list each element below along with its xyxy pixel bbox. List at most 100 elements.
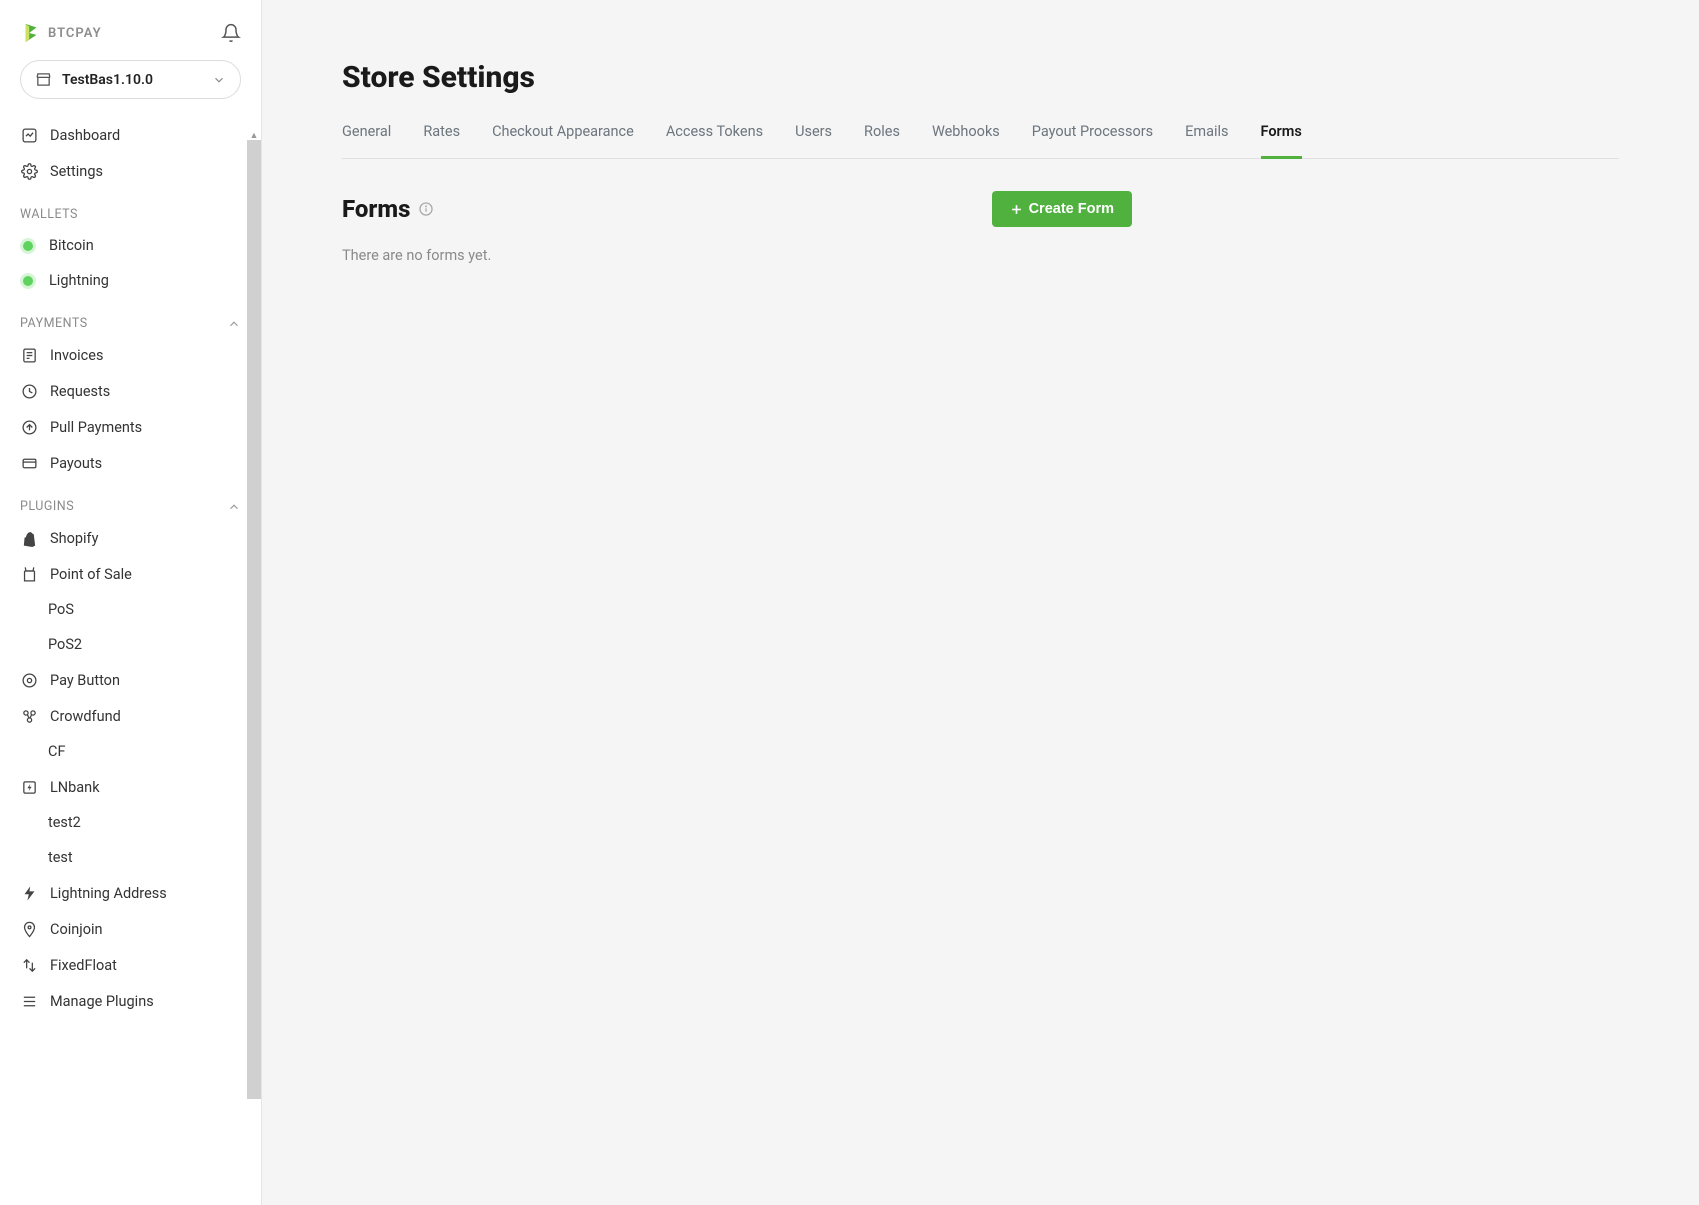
sidebar-item-label: test xyxy=(48,849,73,866)
sidebar-item-label: Lightning xyxy=(49,272,109,289)
sidebar-item-label: LNbank xyxy=(50,779,100,796)
sidebar-section-payments[interactable]: PAYMENTS xyxy=(10,298,251,337)
fixedfloat-icon xyxy=(20,956,38,974)
sidebar-item-shopify[interactable]: Shopify xyxy=(10,520,251,556)
sidebar: BTCPAY TestBas1.10.0 Dashboard xyxy=(0,0,262,1205)
sidebar-scrollbar[interactable]: ▲ xyxy=(247,140,261,1205)
sidebar-section-label: PLUGINS xyxy=(20,499,74,514)
tab-webhooks[interactable]: Webhooks xyxy=(932,123,1000,159)
button-label: Create Form xyxy=(1029,201,1114,217)
sidebar-item-coinjoin[interactable]: Coinjoin xyxy=(10,911,251,947)
logo-text: BTCPAY xyxy=(48,26,102,41)
lnbank-icon xyxy=(20,778,38,796)
sidebar-item-dashboard[interactable]: Dashboard xyxy=(10,117,251,153)
page-title: Store Settings xyxy=(342,60,1619,95)
tab-rates[interactable]: Rates xyxy=(423,123,460,159)
sidebar-item-lnbank-test[interactable]: test xyxy=(10,840,251,875)
sidebar-item-pos-sub2[interactable]: PoS2 xyxy=(10,627,251,662)
sidebar-item-pay-button[interactable]: Pay Button xyxy=(10,662,251,698)
sidebar-item-label: Manage Plugins xyxy=(50,993,154,1010)
sidebar-item-label: PoS xyxy=(48,601,74,618)
pay-button-icon xyxy=(20,671,38,689)
sidebar-item-invoices[interactable]: Invoices xyxy=(10,337,251,373)
logo-icon xyxy=(20,22,42,44)
sidebar-item-pull-payments[interactable]: Pull Payments xyxy=(10,409,251,445)
sidebar-item-label: Dashboard xyxy=(50,127,120,144)
payouts-icon xyxy=(20,454,38,472)
sidebar-item-label: Coinjoin xyxy=(50,921,103,938)
notifications-button[interactable] xyxy=(221,23,241,43)
store-selector[interactable]: TestBas1.10.0 xyxy=(20,60,241,99)
logo[interactable]: BTCPAY xyxy=(20,22,102,44)
sidebar-item-label: Pay Button xyxy=(50,672,120,689)
pos-icon xyxy=(20,565,38,583)
shopify-icon xyxy=(20,529,38,547)
sidebar-item-label: Lightning Address xyxy=(50,885,167,902)
sidebar-item-requests[interactable]: Requests xyxy=(10,373,251,409)
tab-emails[interactable]: Emails xyxy=(1185,123,1228,159)
sidebar-item-label: Point of Sale xyxy=(50,566,132,583)
sidebar-section-label: WALLETS xyxy=(20,207,78,222)
store-icon xyxy=(35,71,52,88)
sidebar-item-lightning-address[interactable]: Lightning Address xyxy=(10,875,251,911)
info-icon[interactable] xyxy=(418,201,434,217)
lightning-icon xyxy=(20,884,38,902)
sidebar-item-manage-plugins[interactable]: Manage Plugins xyxy=(10,983,251,1019)
sidebar-item-label: PoS2 xyxy=(48,636,82,653)
create-form-button[interactable]: Create Form xyxy=(992,191,1132,227)
sidebar-item-label: FixedFloat xyxy=(50,957,117,974)
status-dot-icon xyxy=(23,276,33,286)
section-title-wrap: Forms xyxy=(342,195,434,223)
tab-checkout-appearance[interactable]: Checkout Appearance xyxy=(492,123,634,159)
sidebar-item-fixedfloat[interactable]: FixedFloat xyxy=(10,947,251,983)
sidebar-item-label: Invoices xyxy=(50,347,103,364)
sidebar-item-lightning[interactable]: Lightning xyxy=(10,263,251,298)
sidebar-item-cf-sub[interactable]: CF xyxy=(10,734,251,769)
empty-state-message: There are no forms yet. xyxy=(342,247,1619,264)
sidebar-item-lnbank[interactable]: LNbank xyxy=(10,769,251,805)
tab-users[interactable]: Users xyxy=(795,123,832,159)
sidebar-nav: Dashboard Settings WALLETS Bitcoin Light… xyxy=(0,117,261,1039)
plus-icon xyxy=(1010,203,1023,216)
settings-tabs: General Rates Checkout Appearance Access… xyxy=(342,123,1619,159)
sidebar-item-label: test2 xyxy=(48,814,81,831)
sidebar-item-label: Requests xyxy=(50,383,110,400)
sidebar-section-plugins[interactable]: PLUGINS xyxy=(10,481,251,520)
sidebar-item-lnbank-test2[interactable]: test2 xyxy=(10,805,251,840)
crowdfund-icon xyxy=(20,707,38,725)
scrollbar-thumb[interactable] xyxy=(247,140,261,1099)
sidebar-item-payouts[interactable]: Payouts xyxy=(10,445,251,481)
sidebar-item-label: Settings xyxy=(50,163,103,180)
tab-access-tokens[interactable]: Access Tokens xyxy=(666,123,763,159)
sidebar-item-point-of-sale[interactable]: Point of Sale xyxy=(10,556,251,592)
bell-icon xyxy=(221,23,241,43)
tab-forms[interactable]: Forms xyxy=(1261,123,1302,159)
sidebar-item-pos-sub1[interactable]: PoS xyxy=(10,592,251,627)
sidebar-item-crowdfund[interactable]: Crowdfund xyxy=(10,698,251,734)
coinjoin-icon xyxy=(20,920,38,938)
main-content: Store Settings General Rates Checkout Ap… xyxy=(262,0,1699,1205)
tab-payout-processors[interactable]: Payout Processors xyxy=(1032,123,1153,159)
manage-icon xyxy=(20,992,38,1010)
sidebar-section-label: PAYMENTS xyxy=(20,316,88,331)
requests-icon xyxy=(20,382,38,400)
section-title: Forms xyxy=(342,195,410,223)
gear-icon xyxy=(20,162,38,180)
sidebar-item-label: Bitcoin xyxy=(49,237,94,254)
status-dot-icon xyxy=(23,241,33,251)
sidebar-item-label: Shopify xyxy=(50,530,98,547)
sidebar-item-settings[interactable]: Settings xyxy=(10,153,251,189)
sidebar-item-label: CF xyxy=(48,743,65,760)
chevron-up-icon xyxy=(227,500,241,514)
sidebar-item-label: Pull Payments xyxy=(50,419,142,436)
tab-general[interactable]: General xyxy=(342,123,391,159)
sidebar-item-label: Crowdfund xyxy=(50,708,121,725)
section-header-row: Forms Create Form xyxy=(342,191,1132,227)
sidebar-item-label: Payouts xyxy=(50,455,102,472)
sidebar-item-bitcoin[interactable]: Bitcoin xyxy=(10,228,251,263)
tab-roles[interactable]: Roles xyxy=(864,123,900,159)
dashboard-icon xyxy=(20,126,38,144)
sidebar-header: BTCPAY xyxy=(0,0,261,60)
chevron-up-icon xyxy=(227,317,241,331)
chevron-down-icon xyxy=(212,73,226,87)
